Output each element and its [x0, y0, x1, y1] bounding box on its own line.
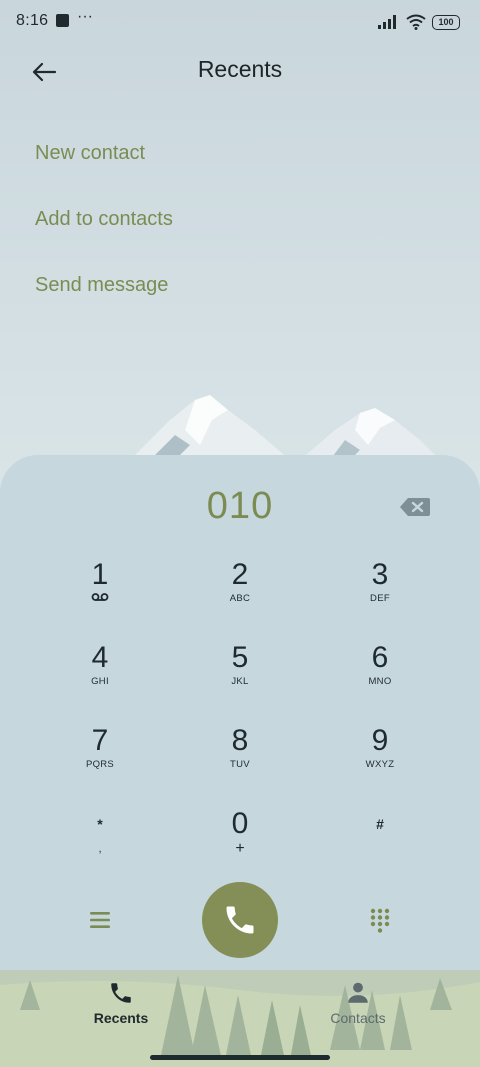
wifi-icon: [406, 14, 426, 30]
key-letters: TUV: [230, 759, 250, 770]
key-letters: JKL: [231, 676, 249, 687]
menu-button[interactable]: [86, 906, 114, 934]
tab-recents[interactable]: Recents: [66, 980, 176, 1026]
key-4[interactable]: 4 GHI: [30, 633, 170, 716]
status-icons: 100: [378, 12, 460, 32]
key-digit: 4: [91, 641, 109, 674]
key-3[interactable]: 3 DEF: [310, 550, 450, 633]
tab-label: Recents: [93, 1010, 149, 1026]
hamburger-menu-icon: [90, 912, 110, 928]
key-letters: PQRS: [85, 759, 115, 770]
tab-contacts[interactable]: Contacts: [303, 980, 413, 1026]
key-digit: #: [376, 816, 384, 832]
dialer-actions: [0, 882, 480, 958]
key-digit: 5: [231, 641, 249, 674]
key-letters: MNO: [368, 676, 392, 687]
key-letters: GHI: [91, 676, 109, 687]
page-title: Recents: [197, 56, 283, 82]
status-time: 8:16: [16, 12, 49, 29]
phone-icon: [111, 983, 131, 1003]
number-options-menu: New contact Add to contacts Send message: [35, 130, 173, 328]
battery-icon: 100: [432, 14, 460, 30]
dialpad-icon: [370, 908, 390, 933]
key-digit: 0: [231, 807, 249, 840]
backspace-button[interactable]: [398, 495, 432, 519]
new-contact-option[interactable]: New contact: [35, 130, 173, 196]
key-digit: 8: [231, 724, 249, 757]
bottom-navigation: Recents Contacts: [0, 970, 480, 1067]
more-notifications-icon: ···: [77, 8, 93, 25]
backspace-icon: [400, 498, 430, 516]
keypad: 1 2 ABC 3 DEF 4 GHI 5 JKL 6 MNO 7 PQRS 8…: [30, 550, 450, 882]
key-2[interactable]: 2 ABC: [170, 550, 310, 633]
key-5[interactable]: 5 JKL: [170, 633, 310, 716]
key-6[interactable]: 6 MNO: [310, 633, 450, 716]
key-digit: 2: [231, 558, 249, 591]
tab-label: Contacts: [330, 1010, 386, 1026]
dialpad-toggle-button[interactable]: [366, 906, 394, 934]
key-digit: 7: [91, 724, 109, 757]
key-letters: DEF: [370, 593, 390, 604]
signal-icon: [378, 15, 396, 29]
send-message-option[interactable]: Send message: [35, 262, 173, 328]
key-digit: *: [97, 816, 103, 832]
key-star[interactable]: * ,: [30, 799, 170, 882]
key-0[interactable]: 0 +: [170, 799, 310, 882]
key-digit: 3: [371, 558, 389, 591]
key-digit: 9: [371, 724, 389, 757]
notification-square-icon: [56, 14, 69, 27]
key-hash[interactable]: #: [310, 799, 450, 882]
key-digit: 6: [371, 641, 389, 674]
dialer-panel: 010 1 2 ABC 3 DEF 4 GHI 5 JKL 6 MNO 7 PQ…: [0, 455, 480, 970]
key-letters: ,: [98, 843, 102, 855]
key-8[interactable]: 8 TUV: [170, 716, 310, 799]
home-indicator[interactable]: [150, 1055, 330, 1060]
add-to-contacts-option[interactable]: Add to contacts: [35, 196, 173, 262]
voicemail-icon: [91, 593, 109, 601]
call-button[interactable]: [202, 882, 278, 958]
key-7[interactable]: 7 PQRS: [30, 716, 170, 799]
key-1[interactable]: 1: [30, 550, 170, 633]
key-letters: WXYZ: [365, 759, 395, 770]
key-letters: +: [235, 840, 245, 857]
phone-call-icon: [226, 906, 254, 934]
key-digit: 1: [91, 558, 109, 591]
app-header: Recents: [0, 44, 480, 100]
person-icon: [348, 982, 368, 1003]
key-letters: ABC: [229, 593, 251, 604]
status-bar: 8:16 ··· 100: [0, 0, 480, 44]
key-9[interactable]: 9 WXYZ: [310, 716, 450, 799]
